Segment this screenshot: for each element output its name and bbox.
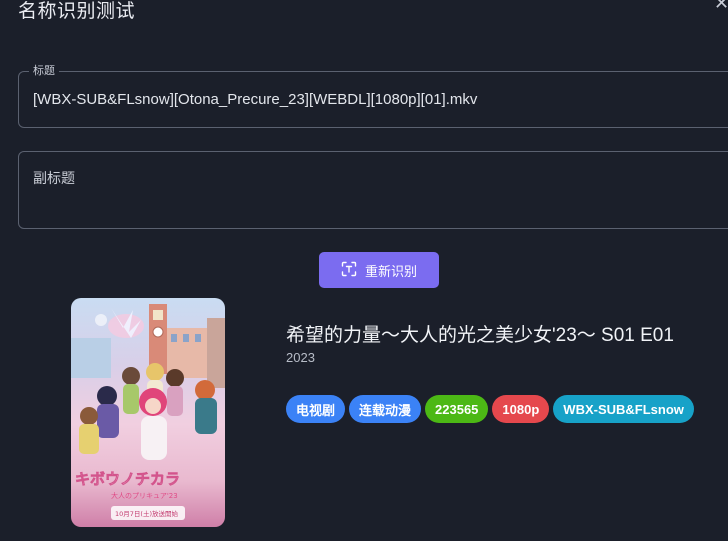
dialog-title: 名称识别测试	[18, 1, 136, 22]
close-icon[interactable]: ✕	[714, 0, 728, 12]
poster-logo-text: キボウノチカラ	[75, 470, 180, 488]
scan-text-icon	[341, 261, 357, 280]
tag-release-group: WBX-SUB&FLsnow	[553, 395, 694, 423]
title-field-value[interactable]: [WBX-SUB&FLsnow][Otona_Precure_23][WEBDL…	[33, 91, 477, 108]
subtitle-field-label: 副标题	[33, 170, 75, 186]
poster-image: キボウノチカラ 大人のプリキュア'23 10月7日(土)放送開始	[71, 298, 225, 527]
rerecognize-button-label: 重新识别	[364, 263, 417, 279]
tag-resolution: 1080p	[492, 395, 550, 423]
title-field-label: 标题	[29, 65, 59, 78]
rerecognize-button[interactable]: 重新识别	[319, 252, 439, 288]
tag-list: 电视剧 连载动漫 223565 1080p WBX-SUB&FLsnow	[286, 395, 694, 423]
poster-subtitle-text: 大人のプリキュア'23	[111, 491, 178, 500]
media-year: 2023	[286, 350, 315, 365]
tag-tmdb-id: 223565	[425, 395, 489, 423]
media-title: 希望的力量～大人的光之美少女'23～ S01 E01	[286, 325, 674, 346]
poster-date-text: 10月7日(土)放送開始	[115, 509, 178, 518]
name-recognition-dialog: 名称识别测试 ✕ 标题 [WBX-SUB&FLsnow][Otona_Precu…	[0, 0, 728, 541]
tag-type: 电视剧	[286, 395, 346, 423]
subtitle-field[interactable]: 副标题	[18, 151, 728, 229]
title-field[interactable]: 标题 [WBX-SUB&FLsnow][Otona_Precure_23][WE…	[18, 65, 728, 128]
tag-category: 连载动漫	[349, 395, 422, 423]
